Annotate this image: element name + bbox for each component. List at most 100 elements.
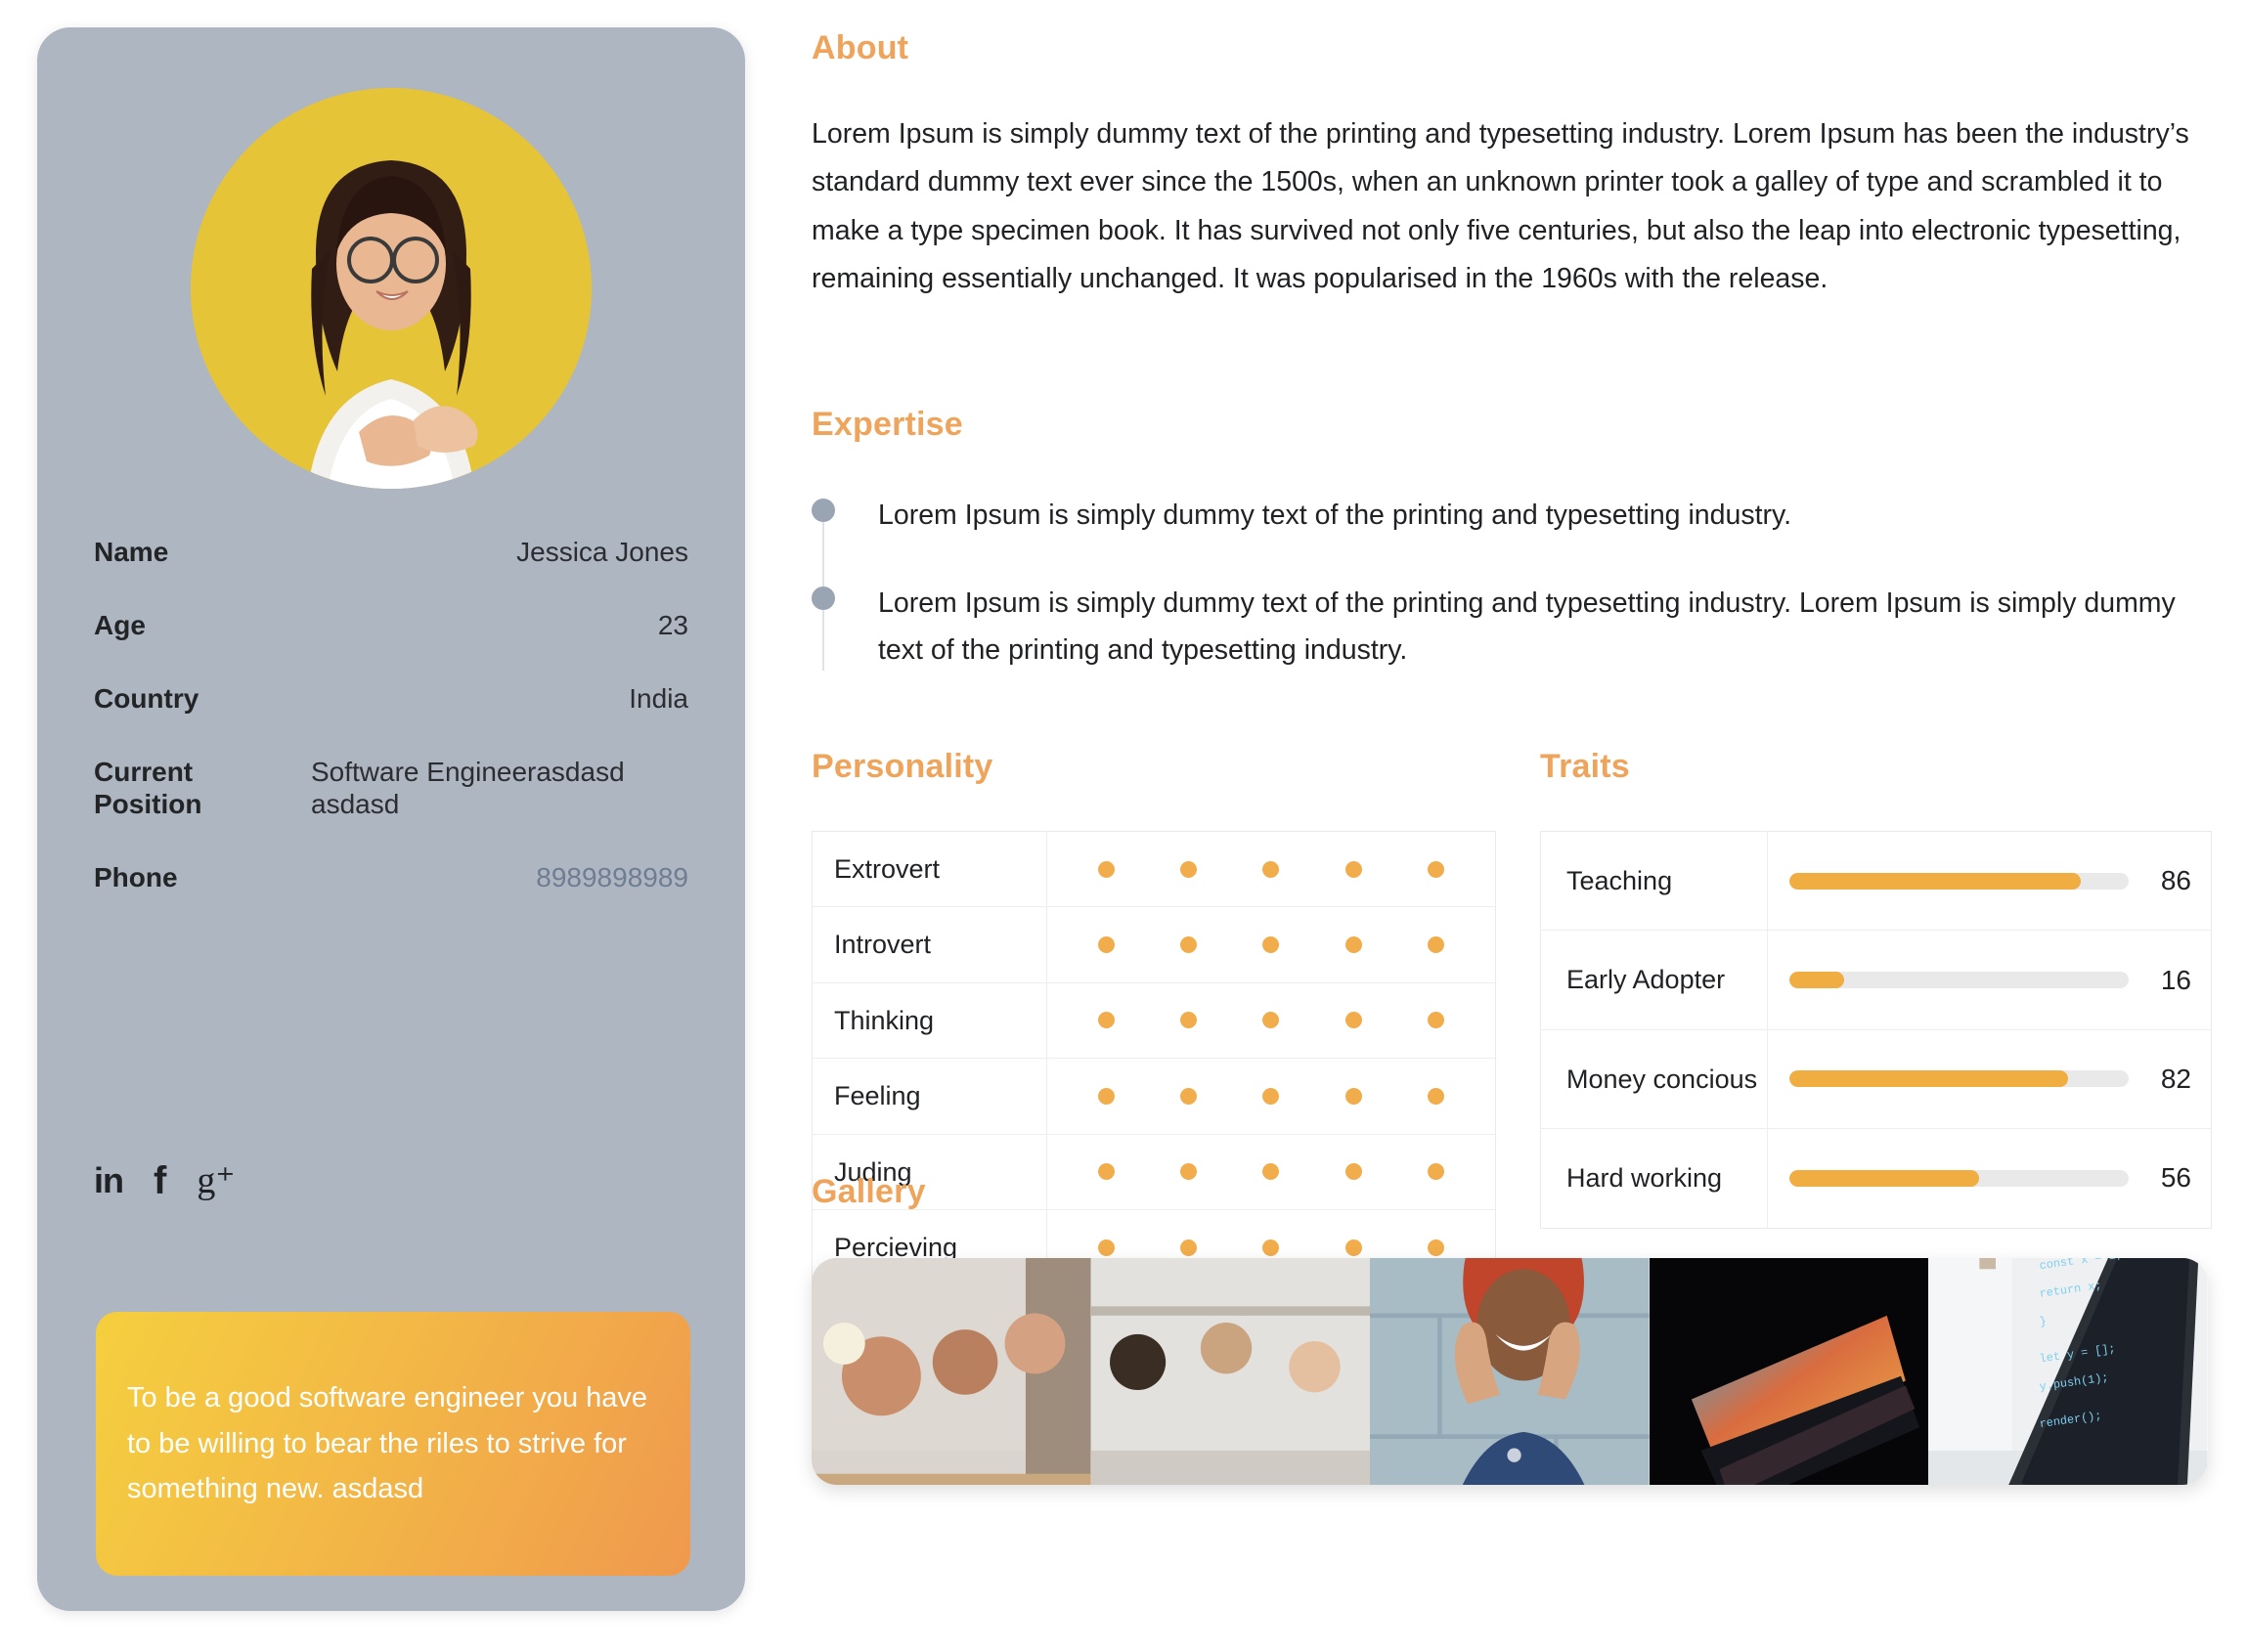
personality-rating[interactable] [1047,907,1496,982]
gallery-image-woman-pointing[interactable] [1370,1258,1650,1485]
trait-value: 82 [2160,1063,2191,1094]
gallery-title: Gallery [812,1173,926,1210]
linkedin-icon[interactable]: in [94,1163,124,1198]
user-avatar-photo-icon [191,88,592,489]
bullet-dot-icon [812,586,835,610]
field-row-country: Country India [94,682,688,715]
traits-title: Traits [1540,748,1630,785]
field-label: Phone [94,862,178,893]
progress-track [1789,1070,2129,1088]
personality-label: Feeling [812,1058,1047,1135]
trait-label: Money concious [1540,1029,1768,1129]
profile-page: Name Jessica Jones Age 23 Country India … [0,0,2247,1652]
about-body: Lorem Ipsum is simply dummy text of the … [812,118,2189,294]
expertise-list: Lorem Ipsum is simply dummy text of the … [812,493,2208,674]
rating-dot-icon [1428,860,1445,878]
table-row: Feeling [812,1058,1496,1135]
progress-fill [1789,972,1844,989]
rating-dot-icon [1344,1087,1362,1105]
field-value-phone[interactable]: 8989898989 [299,861,688,893]
table-row: Thinking [812,982,1496,1059]
personality-rating[interactable] [1047,1059,1496,1134]
field-value: India [629,683,688,715]
trait-value: 16 [2160,964,2191,995]
progress-fill [1789,872,2082,890]
rating-dot-icon [1344,860,1362,878]
field-row-current-position: Current Position Software Engineerasdasd… [94,756,688,820]
expertise-section: Expertise Lorem Ipsum is simply dummy te… [812,406,2208,674]
table-row: Extrovert [812,831,1496,907]
progress-track [1789,872,2129,890]
table-row: Teaching 86 [1540,831,2212,931]
profile-card: Name Jessica Jones Age 23 Country India … [37,27,745,1611]
trait-meter[interactable]: 82 [1768,1029,2212,1128]
field-value: 23 [657,610,688,641]
gallery-image-dark-laptop[interactable] [1649,1258,1929,1485]
gallery-image-open-office[interactable] [1090,1258,1371,1485]
quote-text: To be a good software engineer you have … [127,1381,648,1505]
rating-dot-icon [1262,1012,1280,1029]
field-row-phone: Phone 8989898989 [94,861,688,893]
rating-dot-icon [1344,936,1362,954]
personality-title: Personality [812,748,993,785]
rating-dot-icon [1097,936,1115,954]
rating-dot-icon [1428,1087,1445,1105]
google-plus-icon[interactable]: g⁺ [197,1162,235,1199]
about-title: About [812,29,909,66]
expertise-item-text: Lorem Ipsum is simply dummy text of the … [878,587,2176,666]
rating-dot-icon [1262,1087,1280,1105]
field-label: Country [94,683,199,715]
expertise-item-text: Lorem Ipsum is simply dummy text of the … [878,500,1792,531]
gallery-image-code-laptop[interactable]: function() const x = 1; return x; } let … [1928,1258,2208,1485]
trait-value: 86 [2160,865,2191,896]
facebook-icon[interactable]: f [149,1161,171,1200]
rating-dot-icon [1180,936,1198,954]
list-item: Lorem Ipsum is simply dummy text of the … [812,581,2208,674]
personality-label: Extrovert [812,831,1047,907]
rating-dot-icon [1097,860,1115,878]
table-row: Early Adopter 16 [1540,930,2212,1030]
gallery-image-meeting-cafe[interactable] [812,1258,1091,1485]
personality-rating[interactable] [1047,832,1496,907]
profile-fields: Name Jessica Jones Age 23 Country India … [94,536,688,893]
bullet-dot-icon [812,499,835,522]
rating-dot-icon [1262,860,1280,878]
field-label: Name [94,537,169,567]
avatar [191,88,592,489]
traits-table: Teaching 86 Early Adopter 16 Money concious 8… [1540,831,2212,1229]
gallery-section: Gallery const x = 1; return x;} let y =… [812,1173,2212,1485]
rating-dot-icon [1344,1012,1362,1029]
timeline-rail [822,499,824,671]
field-label: Current Position [94,757,202,820]
rating-dot-icon [1097,1012,1115,1029]
about-section: About Lorem Ipsum is simply dummy text o… [812,29,2208,303]
expertise-title: Expertise [812,406,963,443]
trait-meter[interactable]: 16 [1768,931,2212,1029]
field-row-name: Name Jessica Jones [94,536,688,568]
social-links: in f g⁺ [94,1161,235,1200]
traits-section: Traits Teaching 86 Early Adopter 16 Money co… [1540,748,2212,1229]
gallery-strip: function() const x = 1; return x; } let … [812,1258,2208,1485]
trait-meter[interactable]: 86 [1768,832,2212,931]
quote-card: To be a good software engineer you have … [96,1312,690,1576]
rating-dot-icon [1097,1087,1115,1105]
table-row: Introvert [812,906,1496,983]
personality-rating[interactable] [1047,982,1496,1058]
rating-dot-icon [1180,860,1198,878]
field-label: Age [94,610,146,641]
field-row-age: Age 23 [94,609,688,641]
personality-label: Thinking [812,982,1047,1059]
rating-dot-icon [1180,1087,1198,1105]
rating-dot-icon [1428,1012,1445,1029]
progress-track [1789,972,2129,989]
list-item: Lorem Ipsum is simply dummy text of the … [812,493,2208,540]
rating-dot-icon [1180,1012,1198,1029]
field-value: Jessica Jones [516,537,688,567]
trait-label: Early Adopter [1540,930,1768,1030]
progress-fill [1789,1070,2068,1088]
rating-dot-icon [1428,936,1445,954]
trait-label: Teaching [1540,831,1768,931]
field-value: Software Engineerasdasd asdasd [311,757,625,820]
rating-dot-icon [1262,936,1280,954]
personality-label: Introvert [812,906,1047,983]
